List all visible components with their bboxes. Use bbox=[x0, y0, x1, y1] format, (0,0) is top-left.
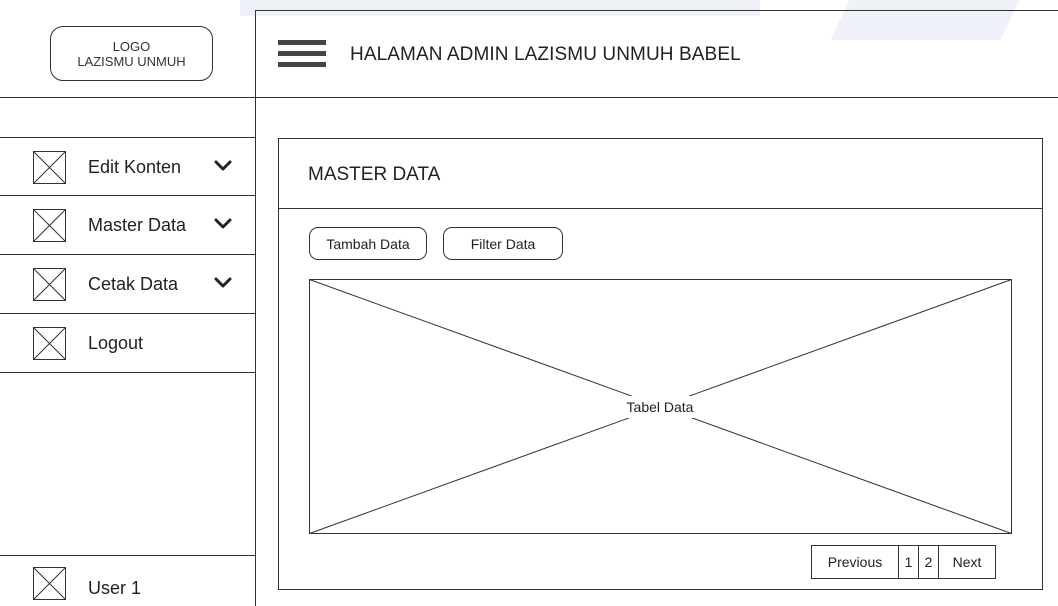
sidebar-item-label: Edit Konten bbox=[88, 157, 182, 177]
logo-line2: LAZISMU UNMUH bbox=[77, 53, 186, 69]
image-placeholder-icon bbox=[33, 268, 66, 301]
sidebar-divider bbox=[255, 10, 256, 606]
image-placeholder-icon bbox=[33, 209, 66, 242]
image-placeholder-icon bbox=[33, 327, 66, 360]
sidebar-item-cetak-data[interactable]: Cetak Data bbox=[0, 255, 255, 314]
pagination-next[interactable]: Next bbox=[939, 546, 995, 578]
pagination-page-2[interactable]: 2 bbox=[919, 546, 939, 578]
sidebar-item-logout[interactable]: Logout bbox=[0, 314, 255, 373]
chevron-down-icon[interactable] bbox=[214, 277, 232, 289]
logo: LOGO LAZISMU UNMUH bbox=[50, 26, 213, 81]
sidebar-item-edit-konten[interactable]: Edit Konten bbox=[0, 137, 255, 196]
pagination: Previous 1 2 Next bbox=[811, 545, 996, 579]
page-title: HALAMAN ADMIN LAZISMU UNMUH BABEL bbox=[350, 44, 741, 65]
header-top-border bbox=[255, 10, 1058, 11]
sidebar-user[interactable]: User 1 bbox=[0, 555, 255, 606]
chevron-down-icon[interactable] bbox=[214, 160, 232, 172]
sidebar-item-label: Master Data bbox=[88, 215, 187, 235]
filter-data-button[interactable]: Filter Data bbox=[443, 227, 563, 260]
hamburger-icon[interactable] bbox=[278, 40, 326, 68]
chevron-down-icon[interactable] bbox=[214, 218, 232, 230]
table-placeholder-label: Tabel Data bbox=[600, 396, 720, 418]
header-bottom-border bbox=[0, 97, 1058, 98]
content-title: MASTER DATA bbox=[308, 164, 441, 185]
image-placeholder-icon bbox=[33, 567, 66, 600]
add-data-button[interactable]: Tambah Data bbox=[309, 227, 427, 260]
sidebar-item-master-data[interactable]: Master Data bbox=[0, 196, 255, 255]
background-decoration bbox=[240, 0, 760, 16]
user-name: User 1 bbox=[88, 578, 142, 598]
sidebar-item-label: Cetak Data bbox=[88, 274, 179, 294]
panel-divider bbox=[278, 208, 1043, 209]
sidebar-item-label: Logout bbox=[88, 333, 144, 353]
image-placeholder-icon bbox=[33, 151, 66, 184]
pagination-previous[interactable]: Previous bbox=[812, 546, 899, 578]
logo-line1: LOGO bbox=[112, 38, 151, 54]
pagination-page-1[interactable]: 1 bbox=[899, 546, 919, 578]
background-decoration bbox=[830, 0, 1020, 40]
